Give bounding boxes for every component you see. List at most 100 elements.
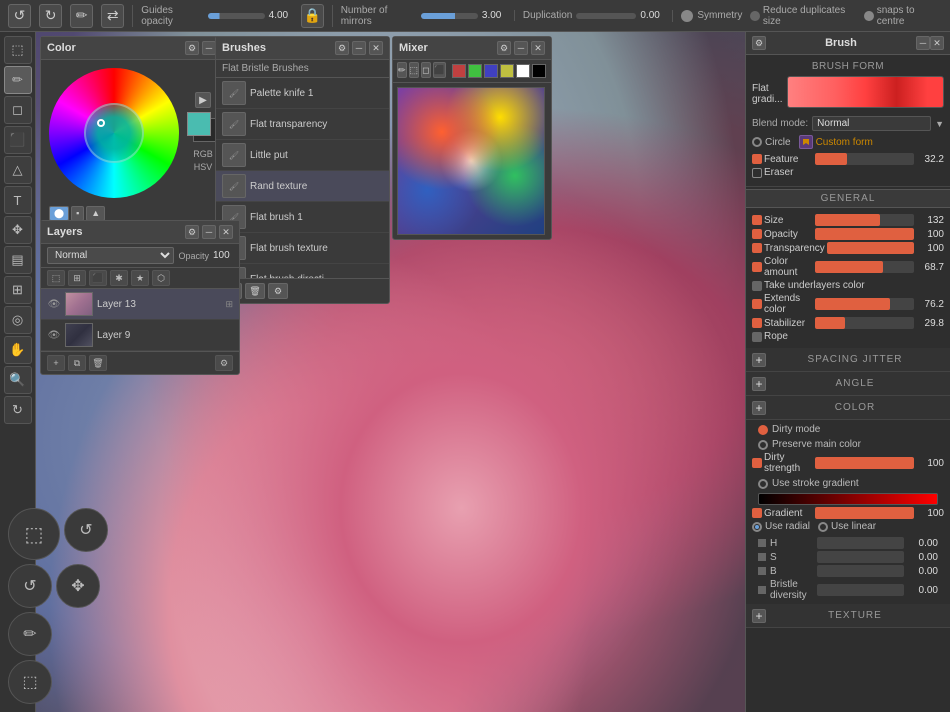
layer-copy-button[interactable]: ⧉ [68, 355, 86, 371]
brush-item-flat-brush1[interactable]: 🖌 Flat brush 1 [216, 202, 389, 233]
tool-picker[interactable]: ◎ [4, 306, 32, 334]
layers-close-button[interactable]: ✕ [219, 225, 233, 239]
layer-icon-6[interactable]: ⬡ [152, 270, 170, 286]
mixer-color-green[interactable] [468, 64, 482, 78]
mixer-tool-2[interactable]: ⬚ [409, 62, 420, 78]
circle-option[interactable]: Circle [752, 135, 791, 149]
color-expand-button[interactable]: + [752, 401, 766, 415]
layer-item-13[interactable]: 👁 Layer 13 ⊞ [41, 289, 239, 320]
feature-slider[interactable] [815, 153, 914, 165]
tool-gradient[interactable]: ▤ [4, 246, 32, 274]
dirty-strength-slider[interactable] [815, 457, 914, 469]
s-slider[interactable] [817, 551, 904, 563]
mixer-tool-3[interactable]: ◻ [421, 62, 430, 78]
mixer-tool-4[interactable]: ⬛ [433, 62, 446, 78]
spacing-jitter-expand-button[interactable]: + [752, 353, 766, 367]
brush-panel-close-button[interactable]: ✕ [930, 36, 944, 50]
brush-tool-button[interactable]: ✏ [70, 4, 93, 28]
layer-icon-4[interactable]: ✱ [110, 270, 128, 286]
layer-visibility-13[interactable]: 👁 [47, 297, 61, 311]
duplication-slider[interactable] [576, 13, 636, 19]
mixer-tool-1[interactable]: ✏ [397, 62, 407, 78]
h-slider[interactable] [817, 537, 904, 549]
mixer-color-black[interactable] [532, 64, 546, 78]
color-swatch-foreground[interactable] [187, 112, 211, 136]
stroke-gradient-toggle[interactable] [758, 479, 768, 489]
tool-pan[interactable]: ✋ [4, 336, 32, 364]
size-slider[interactable] [815, 214, 914, 226]
blend-mode-value[interactable]: Normal [812, 116, 931, 131]
stabilizer-slider[interactable] [815, 317, 914, 329]
tool-eraser[interactable]: ◻ [4, 96, 32, 124]
tool-transform[interactable]: ✥ [4, 216, 32, 244]
color-minimize-button[interactable]: ─ [202, 41, 216, 55]
symmetry-tool-button[interactable]: ⇄ [101, 4, 124, 28]
blend-button[interactable]: ⬚ [8, 660, 52, 704]
tool-brush[interactable]: ✏ [4, 66, 32, 94]
brushes-settings-button[interactable]: ⚙ [335, 41, 349, 55]
navigate-button[interactable]: ✥ [56, 564, 100, 608]
custom-form-option[interactable]: Custom form [799, 135, 873, 149]
preserve-main-toggle[interactable] [758, 440, 768, 450]
layer-delete-button[interactable]: 🗑 [89, 355, 107, 371]
color-settings-button[interactable]: ⚙ [185, 41, 199, 55]
brush-delete-button[interactable]: 🗑 [245, 283, 265, 299]
tool-select[interactable]: ⬚ [4, 36, 32, 64]
layers-minimize-button[interactable]: ─ [202, 225, 216, 239]
brush-item-little-put[interactable]: 🖌 Little put [216, 140, 389, 171]
mixer-settings-button[interactable]: ⚙ [497, 41, 511, 55]
undo-circle-button[interactable]: ↺ [64, 508, 108, 552]
symmetry-toggle[interactable] [681, 10, 693, 22]
layer-add-button[interactable]: + [47, 355, 65, 371]
use-radial-option[interactable]: Use radial [752, 521, 810, 532]
transparency-slider[interactable] [827, 242, 914, 254]
mixer-close-button[interactable]: ✕ [531, 41, 545, 55]
layer-item-9[interactable]: 👁 Layer 9 [41, 320, 239, 351]
mixer-color-yellow[interactable] [500, 64, 514, 78]
mixer-color-white[interactable] [516, 64, 530, 78]
brush-item-flat-brush-texture[interactable]: 🖌 Flat brush texture [216, 233, 389, 264]
brush-item-flat-brush-directi[interactable]: 🖌 Flat brush directi... [216, 264, 389, 278]
mixer-canvas[interactable] [397, 87, 545, 235]
layer-icon-1[interactable]: ⬚ [47, 270, 65, 286]
paint-button[interactable]: ✏ [8, 612, 52, 656]
brush-panel-settings-button[interactable]: ⚙ [752, 36, 766, 50]
tool-text[interactable]: T [4, 186, 32, 214]
tool-zoom[interactable]: 🔍 [4, 366, 32, 394]
brushes-close-button[interactable]: ✕ [369, 41, 383, 55]
color-arrow-button[interactable]: ▶ [195, 92, 211, 108]
color-wheel[interactable] [49, 68, 179, 198]
blend-mode-select[interactable]: Normal [47, 247, 174, 264]
dirty-mode-toggle[interactable] [758, 425, 768, 435]
b-slider[interactable] [817, 565, 904, 577]
brush-item-flat-transparency[interactable]: 🖌 Flat transparency [216, 109, 389, 140]
mixer-minimize-button[interactable]: ─ [514, 41, 528, 55]
brushes-minimize-button[interactable]: ─ [352, 41, 366, 55]
layer-visibility-9[interactable]: 👁 [47, 328, 61, 342]
undo-button[interactable]: ↺ [8, 4, 31, 28]
color-mode-wheel[interactable]: ⬤ [49, 206, 69, 221]
blend-mode-arrow-icon[interactable]: ▼ [935, 119, 944, 129]
use-linear-option[interactable]: Use linear [818, 521, 876, 532]
brush-settings-button[interactable]: ⚙ [268, 283, 288, 299]
layers-settings-button[interactable]: ⚙ [185, 225, 199, 239]
color-amount-slider[interactable] [815, 261, 914, 273]
layer-icon-3[interactable]: ⬛ [89, 270, 107, 286]
extends-color-slider[interactable] [815, 298, 914, 310]
color-mode-square[interactable]: ▪ [71, 206, 84, 221]
texture-expand-button[interactable]: + [752, 609, 766, 623]
tool-crop[interactable]: ⊞ [4, 276, 32, 304]
mixer-color-blue[interactable] [484, 64, 498, 78]
canvas-button[interactable]: ⬚ [8, 508, 60, 560]
redo-button[interactable]: ↻ [39, 4, 62, 28]
color-mode-triangle[interactable]: ▲ [86, 206, 105, 221]
mixer-color-red[interactable] [452, 64, 466, 78]
brush-panel-minimize-button[interactable]: ─ [916, 36, 930, 50]
rotate-reset-button[interactable]: ↺ [8, 564, 52, 608]
brush-item-palette-knife[interactable]: 🖌 Palette knife 1 [216, 78, 389, 109]
angle-expand-button[interactable]: + [752, 377, 766, 391]
tool-rotate[interactable]: ↻ [4, 396, 32, 424]
brush-item-rand-texture[interactable]: 🖌 Rand texture [216, 171, 389, 202]
lock-button[interactable]: 🔒 [301, 4, 324, 28]
bristle-diversity-slider[interactable] [817, 584, 904, 596]
